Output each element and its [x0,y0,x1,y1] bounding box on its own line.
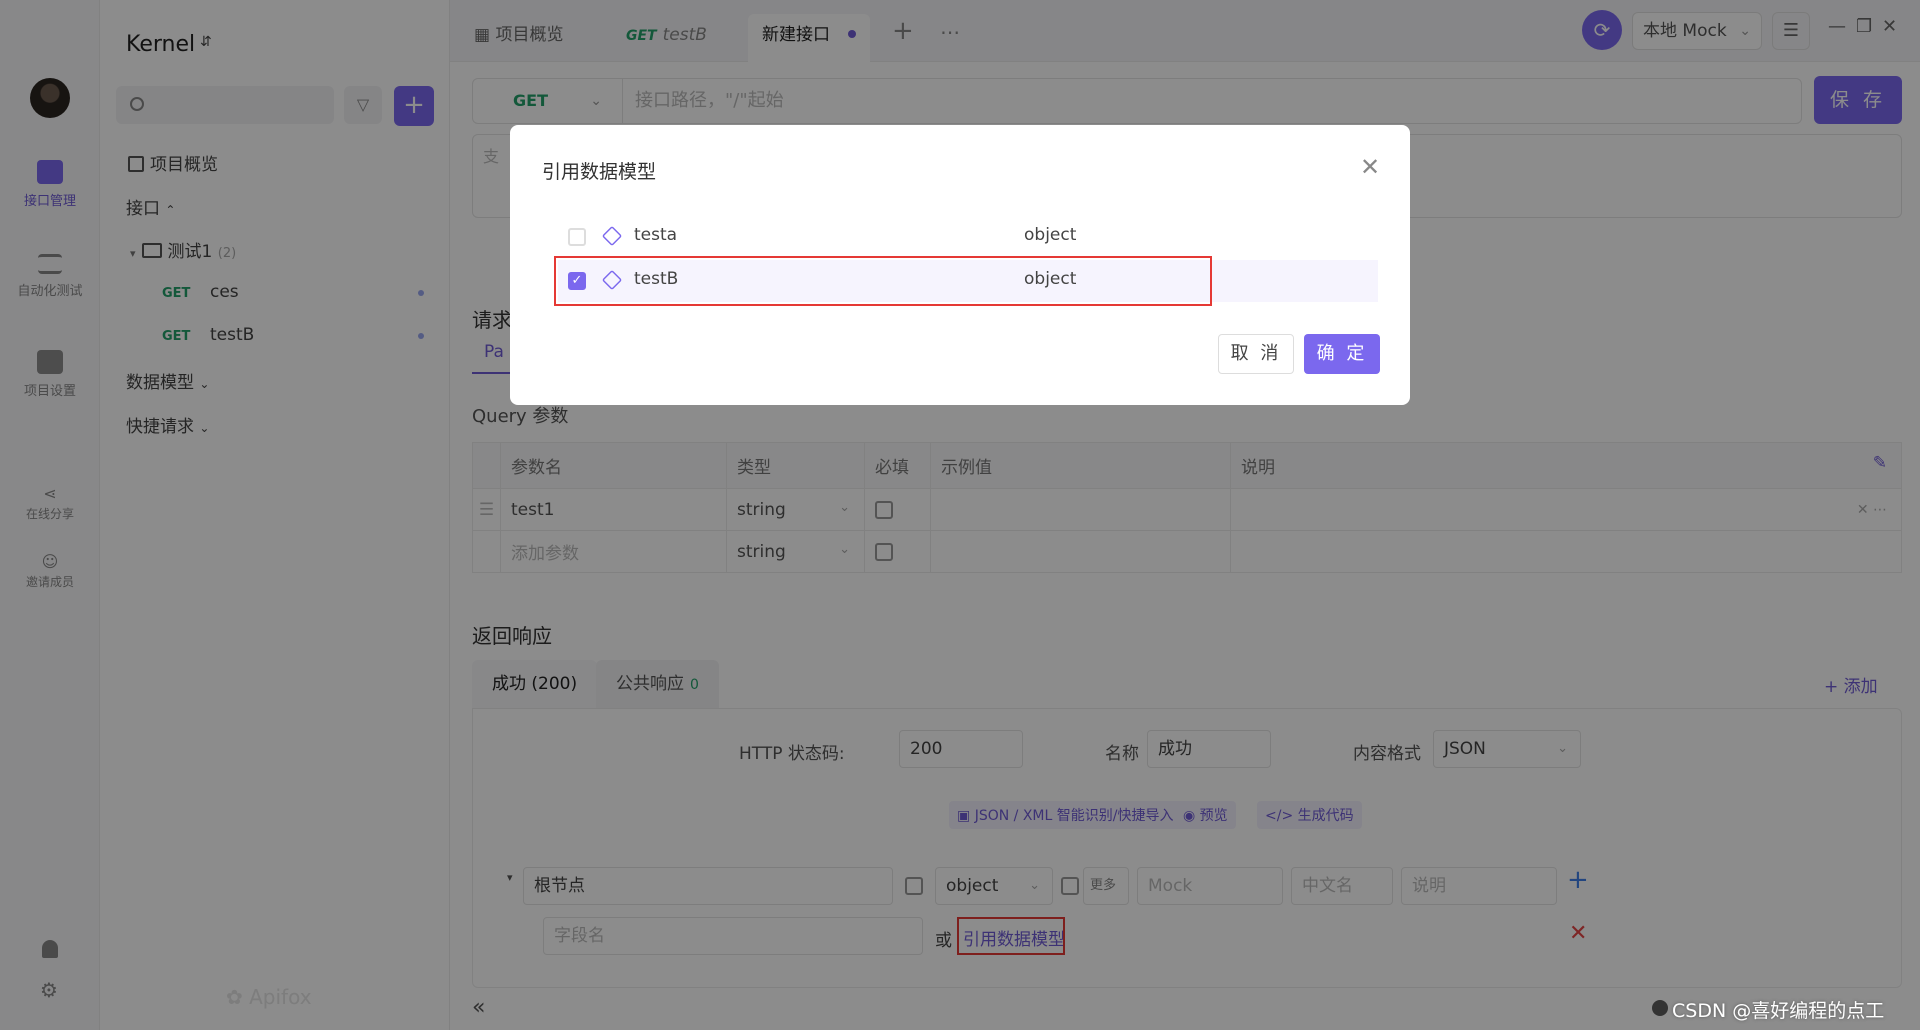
highlight-box [554,256,1212,306]
dialog-title: 引用数据模型 [542,161,657,183]
cube-icon [601,225,623,247]
cancel-button[interactable]: 取 消 [1218,334,1294,374]
close-icon[interactable]: ✕ [1360,155,1380,179]
csdn-watermark: CSDN @喜好编程的点工 [1672,1000,1885,1022]
csdn-logo-icon [1652,1000,1668,1016]
ref-data-model-dialog: 引用数据模型 ✕ testa object ✓ testB object 取 消… [510,125,1410,405]
model-checkbox[interactable] [568,228,586,246]
confirm-button[interactable]: 确 定 [1304,334,1380,374]
model-option-testa[interactable]: testa object [558,216,1378,258]
